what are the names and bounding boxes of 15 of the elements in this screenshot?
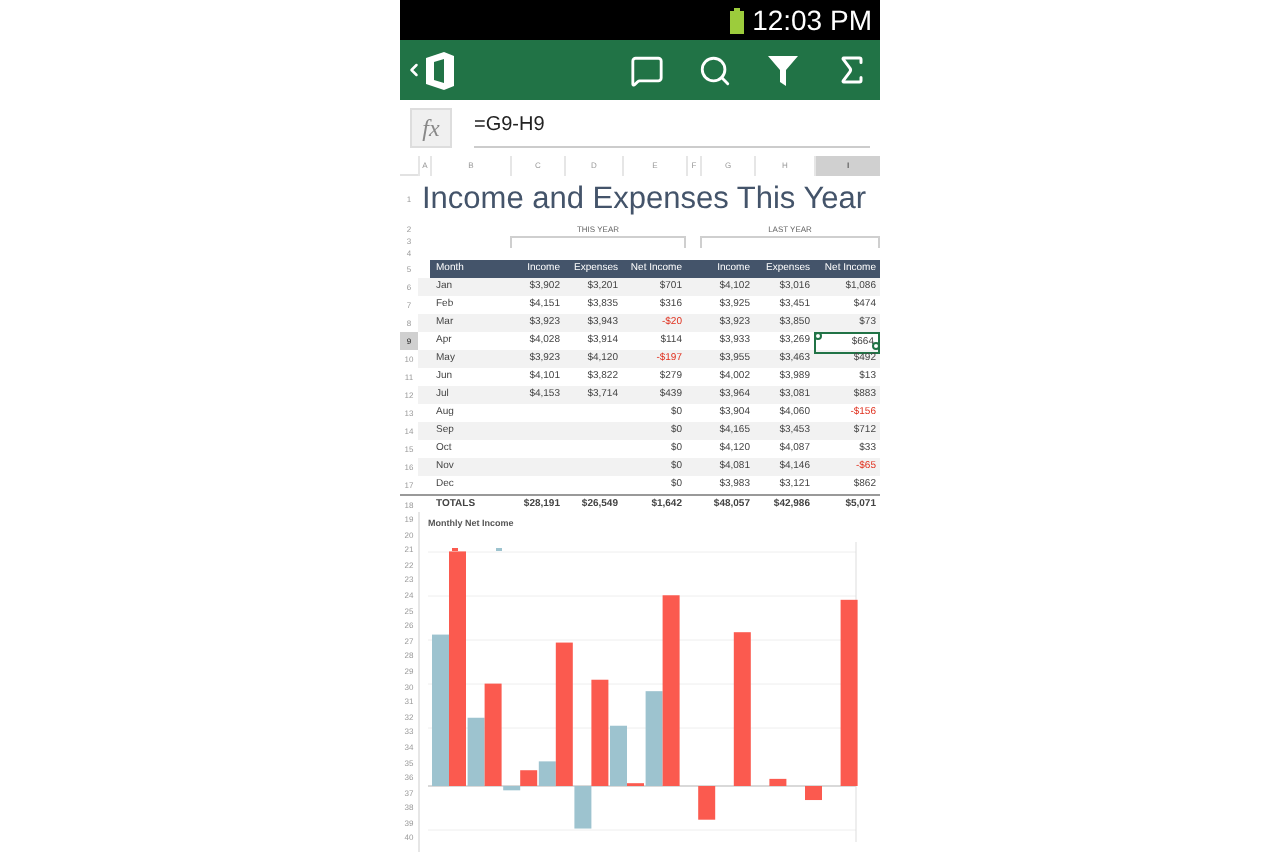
clock-time: 12:03 PM [752,6,872,34]
filter-icon[interactable] [766,53,800,87]
selection-handle[interactable] [814,332,822,340]
note-icon[interactable] [630,53,664,87]
bar [698,786,716,820]
formula-field[interactable]: =G9-H9 [474,108,870,148]
selection-handle[interactable] [872,342,880,350]
bar [769,778,787,786]
search-icon[interactable] [698,53,732,87]
battery-icon [730,7,745,33]
chevron-left-icon [404,60,424,80]
sheet-title: Income and Expenses This Year [420,184,867,216]
office-logo-icon [424,51,456,89]
bar [805,786,822,801]
function-button[interactable]: fx [410,108,452,148]
